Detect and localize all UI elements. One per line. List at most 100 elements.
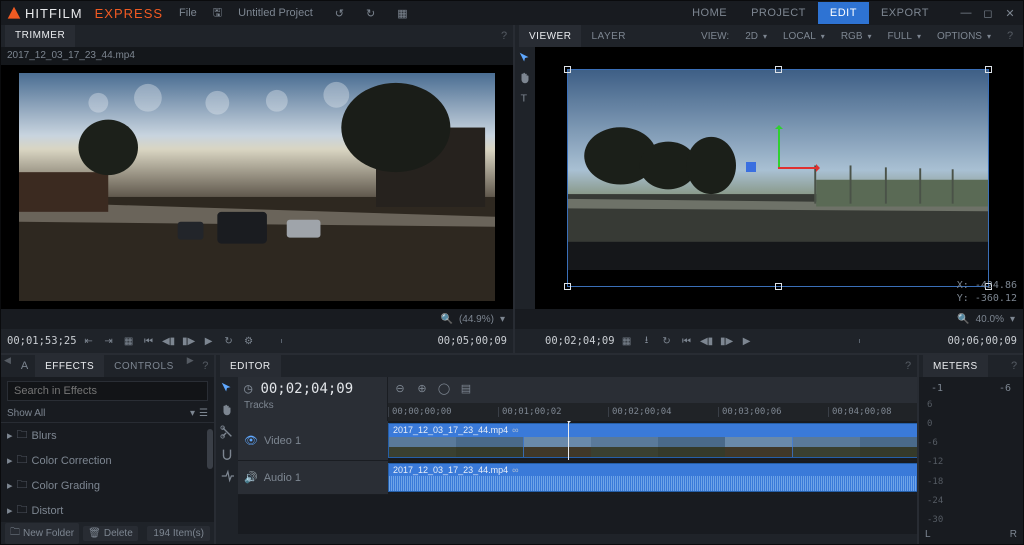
- y-axis-icon[interactable]: [778, 127, 780, 167]
- handle-tl[interactable]: [564, 66, 571, 73]
- export-frame-icon[interactable]: ⭳: [639, 333, 655, 349]
- minimize-icon[interactable]: —: [959, 6, 973, 20]
- effects-folder[interactable]: ▸🗀Color Correction: [1, 448, 214, 473]
- circle-icon[interactable]: ◯: [436, 380, 452, 396]
- handle-tr[interactable]: [985, 66, 992, 73]
- snap-tool-icon[interactable]: [220, 447, 234, 461]
- hand-tool-icon[interactable]: [518, 71, 532, 85]
- channels-select[interactable]: RGB: [835, 29, 878, 44]
- step-fwd-icon[interactable]: ▮▶: [719, 333, 735, 349]
- composite-shot-icon[interactable]: ▤: [458, 380, 474, 396]
- viewer-tab[interactable]: VIEWER: [519, 25, 581, 47]
- zoom-icon[interactable]: 🔍: [957, 314, 969, 325]
- anchor-icon[interactable]: [746, 162, 756, 172]
- overlay-icon[interactable]: ▦: [619, 333, 635, 349]
- step-fwd-icon[interactable]: ▮▶: [181, 333, 197, 349]
- viewer-selection-frame[interactable]: [567, 69, 989, 287]
- clock-icon[interactable]: ◷: [244, 381, 252, 397]
- show-all-select[interactable]: Show All ▾ ☰: [1, 405, 214, 423]
- timeline-scrollbar[interactable]: [238, 534, 917, 544]
- set-out-icon[interactable]: ⇥: [101, 333, 117, 349]
- mute-icon[interactable]: 🔊: [244, 471, 258, 484]
- meters-tab[interactable]: METERS: [923, 355, 988, 377]
- close-icon[interactable]: ✕: [1003, 6, 1017, 20]
- editor-tab[interactable]: EDITOR: [220, 355, 281, 377]
- text-tool-icon[interactable]: T: [518, 91, 532, 105]
- x-axis-icon[interactable]: [778, 167, 818, 169]
- controls-tab[interactable]: CONTROLS: [104, 355, 184, 377]
- select-tool-icon[interactable]: [220, 381, 234, 395]
- help-icon[interactable]: ?: [1005, 355, 1023, 377]
- play-icon[interactable]: ▶: [739, 333, 755, 349]
- prev-frame-icon[interactable]: ⏮: [141, 333, 157, 349]
- audio-clip[interactable]: 2017_12_03_17_23_44.mp4 ∞: [388, 463, 917, 492]
- hand-tool-icon[interactable]: [220, 403, 234, 417]
- editor-timecode[interactable]: 00;02;04;09: [260, 381, 353, 397]
- video-clip[interactable]: 2017_12_03_17_23_44.mp4 ∞: [388, 423, 917, 458]
- help-icon[interactable]: ?: [197, 355, 214, 377]
- trimmer-playhead[interactable]: [281, 339, 282, 343]
- select-tool-icon[interactable]: [518, 51, 532, 65]
- chevron-right-icon[interactable]: ▶: [184, 355, 197, 377]
- viewer-playhead[interactable]: [859, 339, 860, 343]
- new-folder-button[interactable]: 🗀New Folder: [5, 523, 79, 544]
- viewer-canvas[interactable]: X: -424.86 Y: -360.12: [535, 47, 1023, 309]
- timeline-ruler[interactable]: 00;00;00;00 00;01;00;02 00;02;00;04 00;0…: [388, 403, 917, 421]
- chevron-down-icon[interactable]: ▾: [1010, 314, 1015, 325]
- effects-folder[interactable]: ▸🗀Color Grading: [1, 473, 214, 498]
- effects-folder[interactable]: ▸🗀Distort: [1, 498, 214, 522]
- play-icon[interactable]: ▶: [201, 333, 217, 349]
- maximize-icon[interactable]: ◻: [981, 6, 995, 20]
- next-edit-icon[interactable]: ⊕: [414, 380, 430, 396]
- rate-tool-icon[interactable]: [220, 469, 234, 483]
- view-mode-select[interactable]: 2D: [739, 29, 773, 44]
- scrollbar[interactable]: [206, 423, 214, 522]
- step-back-icon[interactable]: ◀▮: [699, 333, 715, 349]
- options-select[interactable]: OPTIONS: [931, 29, 997, 44]
- tab-project[interactable]: PROJECT: [739, 2, 818, 24]
- help-icon[interactable]: ?: [495, 25, 513, 47]
- prev-frame-icon[interactable]: ⏮: [679, 333, 695, 349]
- space-select[interactable]: LOCAL: [777, 29, 831, 44]
- trimmer-preview[interactable]: [1, 65, 513, 309]
- aspect-select[interactable]: FULL: [882, 29, 927, 44]
- layout-icon[interactable]: ▦: [391, 7, 413, 20]
- timeline-playhead[interactable]: [568, 421, 569, 460]
- video-track-header[interactable]: 👁 Video 1: [238, 421, 388, 460]
- effects-tab[interactable]: EFFECTS: [35, 355, 104, 377]
- handle-bm[interactable]: [775, 283, 782, 290]
- help-icon[interactable]: ?: [1001, 30, 1019, 42]
- tab-edit[interactable]: EDIT: [818, 2, 869, 24]
- handle-bl[interactable]: [564, 283, 571, 290]
- save-icon[interactable]: 🖫: [213, 4, 222, 23]
- trimmer-tab[interactable]: TRIMMER: [5, 25, 75, 47]
- loop-icon[interactable]: ↻: [659, 333, 675, 349]
- file-menu[interactable]: File: [173, 7, 203, 19]
- options-icon[interactable]: ⚙: [241, 333, 257, 349]
- mode-icon[interactable]: ☰: [199, 408, 208, 419]
- handle-tm[interactable]: [775, 66, 782, 73]
- set-in-icon[interactable]: ⇤: [81, 333, 97, 349]
- project-name[interactable]: Untitled Project: [232, 7, 319, 19]
- effects-folder[interactable]: ▸🗀Blurs: [1, 423, 214, 448]
- layer-tab[interactable]: LAYER: [581, 25, 636, 47]
- visibility-icon[interactable]: 👁: [244, 434, 258, 447]
- tracks-area[interactable]: 👁 Video 1 2017_12_03_17_23_44.mp4 ∞: [238, 421, 917, 534]
- tab-export[interactable]: EXPORT: [869, 2, 941, 24]
- step-back-icon[interactable]: ◀▮: [161, 333, 177, 349]
- loop-icon[interactable]: ↻: [221, 333, 237, 349]
- redo-icon[interactable]: ↻: [360, 7, 381, 20]
- help-icon[interactable]: ?: [899, 355, 917, 377]
- panel-a-label[interactable]: A: [14, 355, 35, 377]
- chevron-down-icon[interactable]: ▾: [500, 314, 505, 325]
- prev-edit-icon[interactable]: ⊖: [392, 380, 408, 396]
- audio-track-header[interactable]: 🔊 Audio 1: [238, 461, 388, 494]
- undo-icon[interactable]: ↺: [329, 7, 350, 20]
- zoom-icon[interactable]: 🔍: [441, 314, 453, 325]
- tab-home[interactable]: HOME: [680, 2, 739, 24]
- insert-icon[interactable]: ▦: [121, 333, 137, 349]
- delete-button[interactable]: 🗑Delete: [83, 526, 138, 541]
- chevron-left-icon[interactable]: ◀: [1, 355, 14, 377]
- effects-search-input[interactable]: [7, 381, 208, 401]
- slice-tool-icon[interactable]: [220, 425, 234, 439]
